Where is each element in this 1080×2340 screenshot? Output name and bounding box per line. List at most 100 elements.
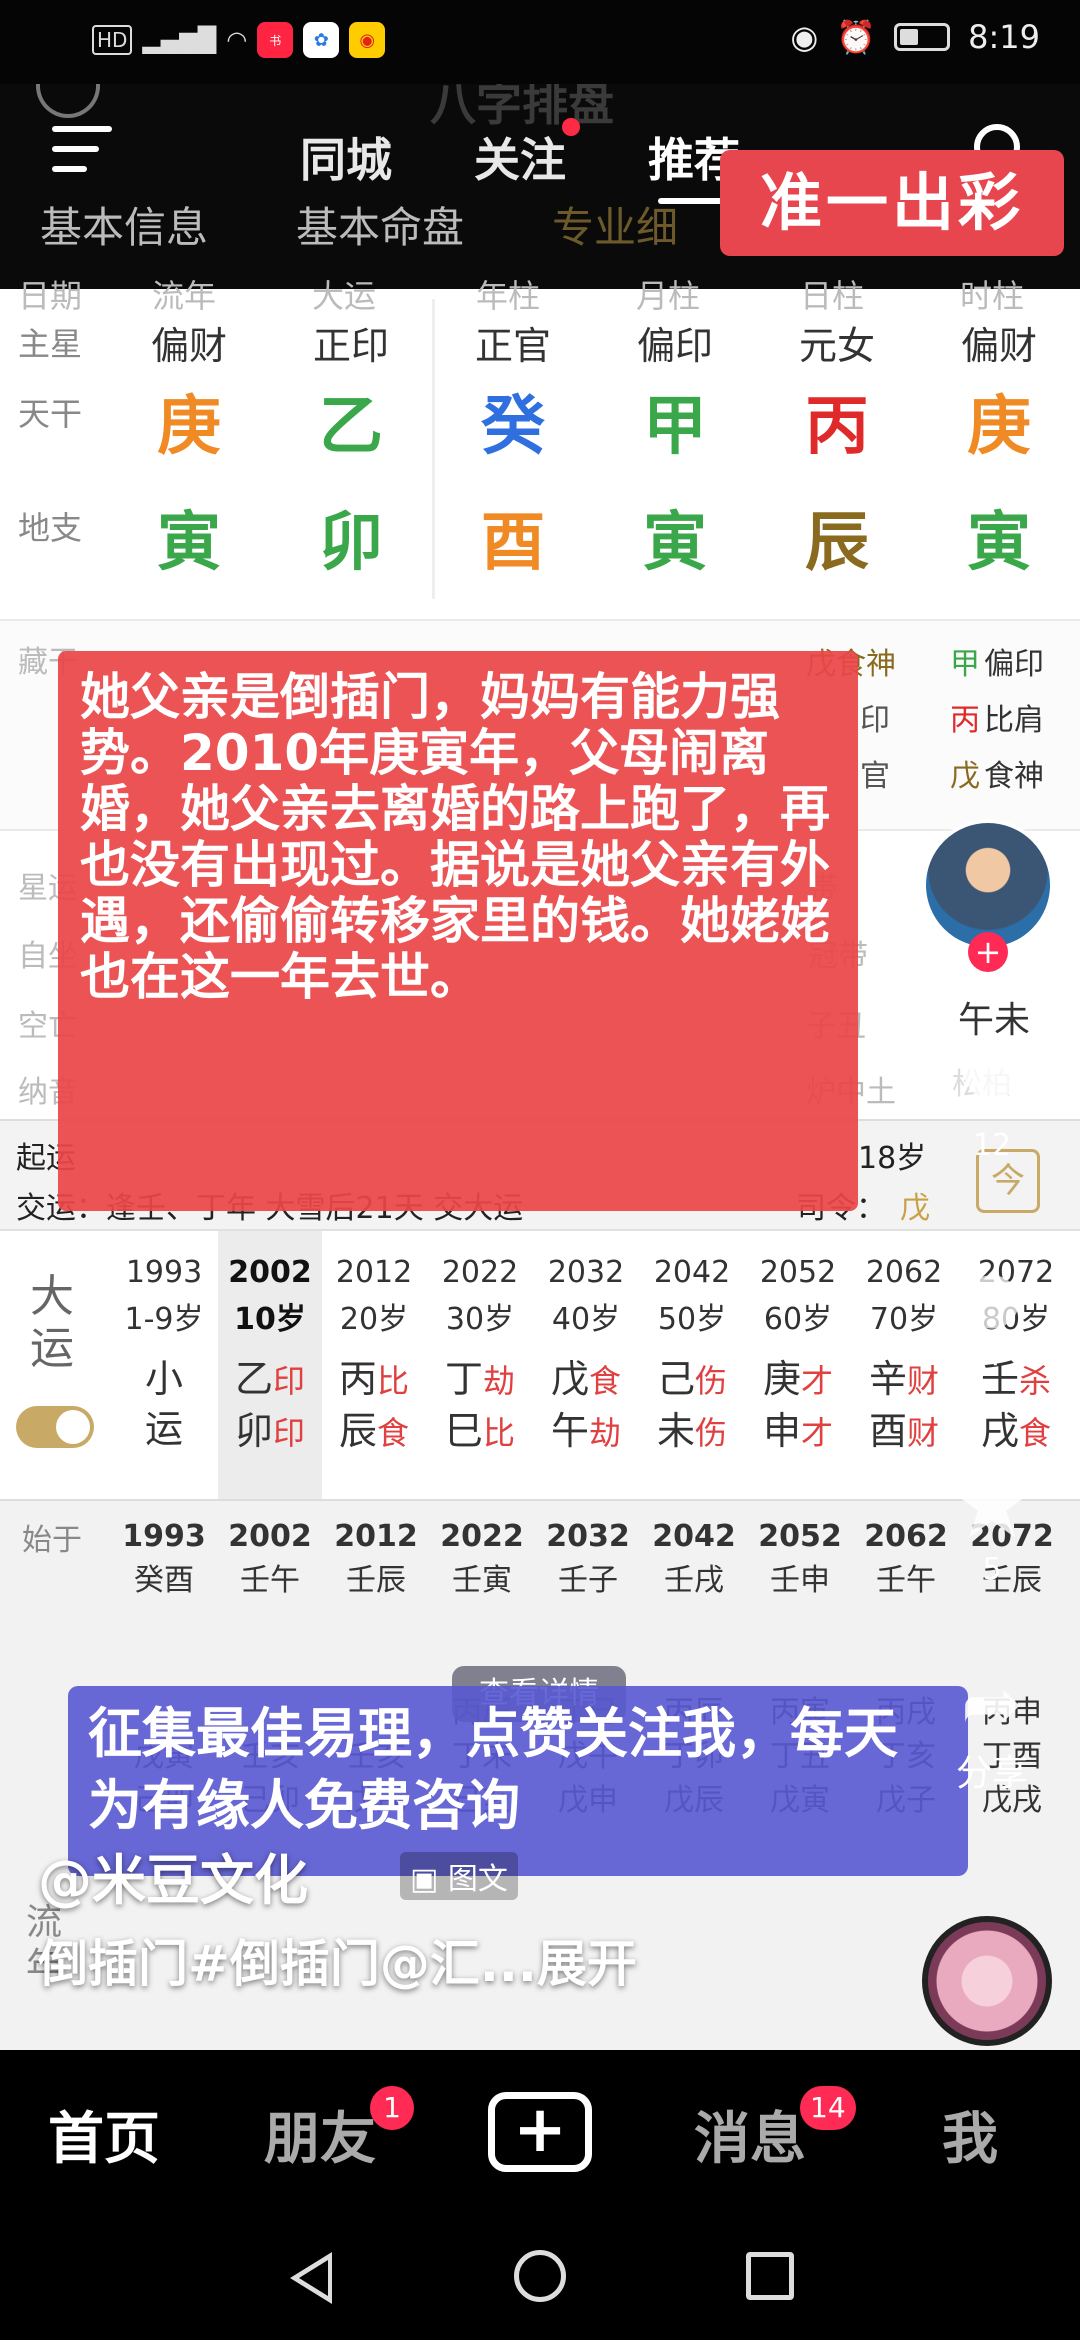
dayun-branch-god: 印 xyxy=(273,1414,306,1452)
dayun-stem-god: 食 xyxy=(589,1362,622,1400)
tab-me[interactable]: 我 xyxy=(942,2094,998,2175)
liunian-year: 2052 xyxy=(758,1519,842,1554)
dayun-gz-bottom: 运 xyxy=(144,1407,183,1451)
info-start-age: 18岁 xyxy=(858,1141,927,1176)
music-disc-icon[interactable] xyxy=(922,1916,1052,2046)
liunian-ganzhi xyxy=(324,1647,428,1691)
star-day: 元女 xyxy=(798,324,875,368)
system-navigation-bar xyxy=(0,2210,1080,2340)
dayun-stem: 乙 xyxy=(234,1357,273,1401)
stem-day: 丙 xyxy=(805,390,869,464)
dayun-branch-god: 食 xyxy=(1019,1414,1052,1452)
star-icon: ★ xyxy=(948,1448,1036,1560)
row-label-branch: 地支 xyxy=(18,509,83,547)
tab-messages[interactable]: 消息 xyxy=(694,2094,806,2175)
dayun-col[interactable]: 2042 50岁 己伤 未伤 xyxy=(640,1231,744,1501)
xiaohongshu-notification-icon: 书 xyxy=(257,22,294,58)
stem-dayun: 乙 xyxy=(319,390,383,464)
tab-nearby[interactable]: 同城 xyxy=(300,124,392,190)
dayun-ganzhi: 辛财 酉财 xyxy=(852,1354,956,1458)
dayun-branch: 申 xyxy=(762,1409,801,1453)
wifi-icon: ◠ xyxy=(226,26,248,54)
menu-icon[interactable] xyxy=(52,126,112,176)
liunian-ganzhi xyxy=(112,1603,216,1647)
liunian-ganzhi xyxy=(854,1647,958,1691)
tab-following[interactable]: 关注 xyxy=(474,118,580,190)
dayun-col[interactable]: 2022 30岁 丁劫 巳比 xyxy=(428,1231,532,1501)
star-dayun: 正印 xyxy=(312,324,389,368)
dayun-ganzhi: 戊食 午劫 xyxy=(534,1354,638,1458)
favorite-button[interactable]: ★ 5 xyxy=(944,1456,1040,1587)
post-caption[interactable]: 倒插门#倒插门@汇...展开 xyxy=(38,1924,637,1996)
heart-icon: ♥ xyxy=(954,1037,1030,1135)
liunian-ganzhi xyxy=(430,1603,534,1647)
liunian-ganzhi xyxy=(854,1603,958,1647)
liunian-year: 2042 xyxy=(652,1519,736,1554)
tab-friends[interactable]: 朋友 xyxy=(264,2094,376,2175)
like-button[interactable]: ♥ 12 xyxy=(944,1044,1040,1163)
create-post-button[interactable]: + xyxy=(488,2092,592,2172)
tab-home[interactable]: 首页 xyxy=(48,2094,160,2175)
liunian-ganzhi: 壬子 xyxy=(558,1563,618,1598)
dayun-col-first[interactable]: 1993 1-9岁 小 运 xyxy=(112,1231,216,1501)
home-icon[interactable] xyxy=(514,2250,566,2302)
post-content[interactable]: 八字排盘 同城 关注 推荐 基本信息 基本命盘 专业细 准一出彩 日期 流年 大… xyxy=(0,84,1080,2050)
branch-dayun: 卯 xyxy=(319,506,383,580)
follow-plus-icon[interactable]: + xyxy=(968,932,1008,972)
weibo-notification-icon: ◉ xyxy=(349,22,386,58)
dayun-stem: 庚 xyxy=(762,1357,801,1401)
column-divider xyxy=(432,299,435,599)
liunian-ganzhi xyxy=(536,1603,640,1647)
dayun-year: 2032 xyxy=(547,1255,625,1290)
dayun-year: 2002 xyxy=(228,1255,312,1290)
dayun-col[interactable]: 2052 60岁 庚才 申才 xyxy=(746,1231,850,1501)
liunian-ganzhi xyxy=(748,1603,852,1647)
comment-button[interactable]: ● 4 xyxy=(944,1254,1040,1373)
dayun-col[interactable]: 2032 40岁 戊食 午劫 xyxy=(534,1231,638,1501)
sub-tab-basic-info: 基本信息 xyxy=(40,203,209,252)
dayun-stem-god: 财 xyxy=(907,1362,940,1400)
share-button[interactable]: ➦ 分享 xyxy=(944,1664,1040,1796)
dayun-toggle[interactable] xyxy=(16,1406,94,1448)
post-type-label: 图文 xyxy=(447,1862,508,1897)
dayun-stem: 辛 xyxy=(868,1357,907,1401)
lower-right-3: 午未 xyxy=(958,1000,1031,1041)
dayun-age: 30岁 xyxy=(445,1302,515,1337)
branch-day: 辰 xyxy=(805,506,869,580)
status-time: 8:19 xyxy=(968,18,1040,56)
new-dot xyxy=(562,118,580,136)
author-name[interactable]: @米豆文化 xyxy=(38,1836,308,1915)
dayun-ganzhi: 庚才 申才 xyxy=(746,1354,850,1458)
dayun-col-selected[interactable]: 2002 10岁 乙印 卯印 xyxy=(218,1231,322,1501)
back-icon[interactable] xyxy=(290,2252,332,2304)
dayun-stem: 丁 xyxy=(444,1357,483,1401)
dayun-col[interactable]: 2012 20岁 丙比 辰食 xyxy=(322,1231,426,1501)
dayun-stem-god: 印 xyxy=(273,1362,306,1400)
info-siling-value: 戊 xyxy=(900,1191,930,1226)
branch-liunian: 寅 xyxy=(157,506,221,580)
stem-month: 甲 xyxy=(643,390,707,464)
status-left: HD ▂▄▆█ ◠ 书 ✿ ◉ xyxy=(92,22,386,58)
dayun-section: 大运 1993 1-9岁 小 运 2002 10岁 乙印 卯印 2012 20岁… xyxy=(0,1229,1080,1501)
liunian-ganzhi xyxy=(642,1647,746,1691)
col-head-dayun: 大运 xyxy=(312,277,377,315)
liunian-ganzhi xyxy=(112,1647,216,1691)
dayun-branch: 卯 xyxy=(234,1409,273,1453)
liunian-ganzhi: 壬戌 xyxy=(664,1563,724,1598)
star-month: 偏印 xyxy=(636,324,713,368)
dayun-stem-god: 比 xyxy=(377,1362,410,1400)
recent-apps-icon[interactable] xyxy=(746,2252,794,2300)
liunian-ganzhi: 壬申 xyxy=(770,1563,830,1598)
alarm-icon: ⏰ xyxy=(836,18,877,56)
stem-year: 癸 xyxy=(481,390,545,464)
dayun-year: 2062 xyxy=(865,1255,943,1290)
dayun-year: 2022 xyxy=(441,1255,519,1290)
dayun-branch: 午 xyxy=(550,1409,589,1453)
dayun-year: 2052 xyxy=(759,1255,837,1290)
dayun-stem-god: 伤 xyxy=(695,1362,728,1400)
liunian-ganzhi xyxy=(324,1603,428,1647)
hidden-right-god-1: 比肩 xyxy=(984,703,1044,738)
status-bar: HD ▂▄▆█ ◠ 书 ✿ ◉ ◉ ⏰ 8:19 xyxy=(0,0,1080,84)
dayun-col[interactable]: 2062 70岁 辛财 酉财 xyxy=(852,1231,956,1501)
share-label: 分享 xyxy=(955,1753,1028,1794)
